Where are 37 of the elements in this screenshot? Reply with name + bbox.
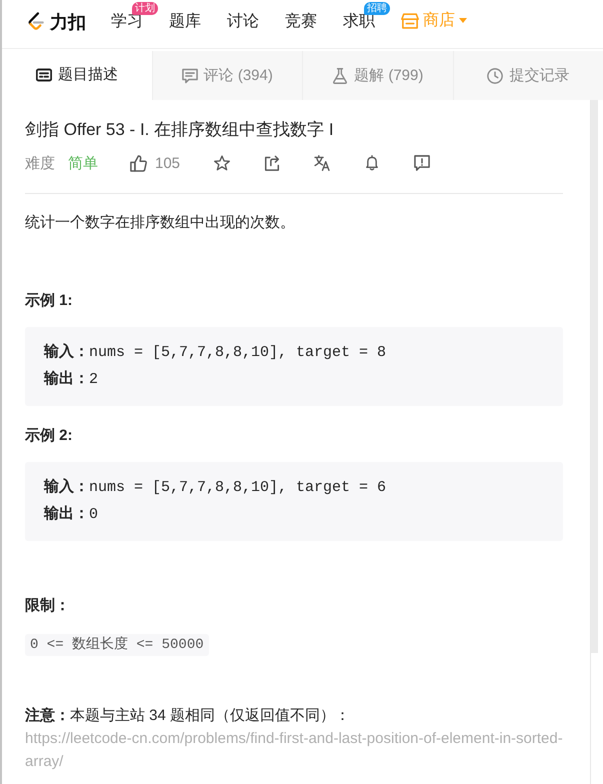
nav-link[interactable]: 讨论 [227,10,259,32]
translate-icon [314,155,330,171]
difficulty-value: 简单 [68,154,98,172]
code-line: 输出：0 [44,504,100,525]
star-icon [214,155,230,171]
flask-icon [332,68,348,84]
code-line: 输入：nums = [5,7,7,8,8,10], target = 8 [44,342,388,363]
constraint-code: 0 <= 数组长度 <= 50000 [25,634,209,656]
message-alert-icon [414,155,430,171]
logo-icon [27,12,45,32]
favorite-button[interactable] [214,155,230,171]
caret-icon [459,18,467,23]
note-text: 注意：本题与主站 34 题相同（仅返回值不同）： https://leetcode-cn.com/problems/find-first-and-last-position-of-element-in-sorted-array/ [25,704,563,773]
problem-description: 统计一个数字在排序数组中出现的次数。 [25,213,296,233]
box-icon [401,12,419,28]
notification-button[interactable] [364,155,380,171]
constraints-heading: 限制： [25,596,71,616]
badge: 招聘 [364,2,390,14]
card-icon [36,66,52,82]
thumbs-up-icon [130,154,147,172]
feedback-button[interactable] [414,155,430,171]
example-heading: 示例 2: [25,426,74,446]
bell-icon [364,155,380,171]
badge: 计划 [132,2,158,14]
nav-link[interactable]: 竞赛 [285,10,317,32]
comment-icon [182,68,198,84]
translate-button[interactable] [314,155,330,171]
home-logo-link[interactable]: 力扣 [27,10,86,34]
share-icon [264,155,280,171]
difficulty-label: 难度 [25,154,55,172]
example-heading: 示例 1: [25,291,74,311]
nav-link[interactable]: 题库 [169,10,201,32]
code-line: 输入：nums = [5,7,7,8,8,10], target = 6 [44,477,388,498]
problem-title: 剑指 Offer 53 - I. 在排序数组中查找数字 I [25,119,335,141]
share-button[interactable] [264,155,280,171]
clock-icon [487,68,504,84]
code-line: 输出：2 [44,369,100,390]
